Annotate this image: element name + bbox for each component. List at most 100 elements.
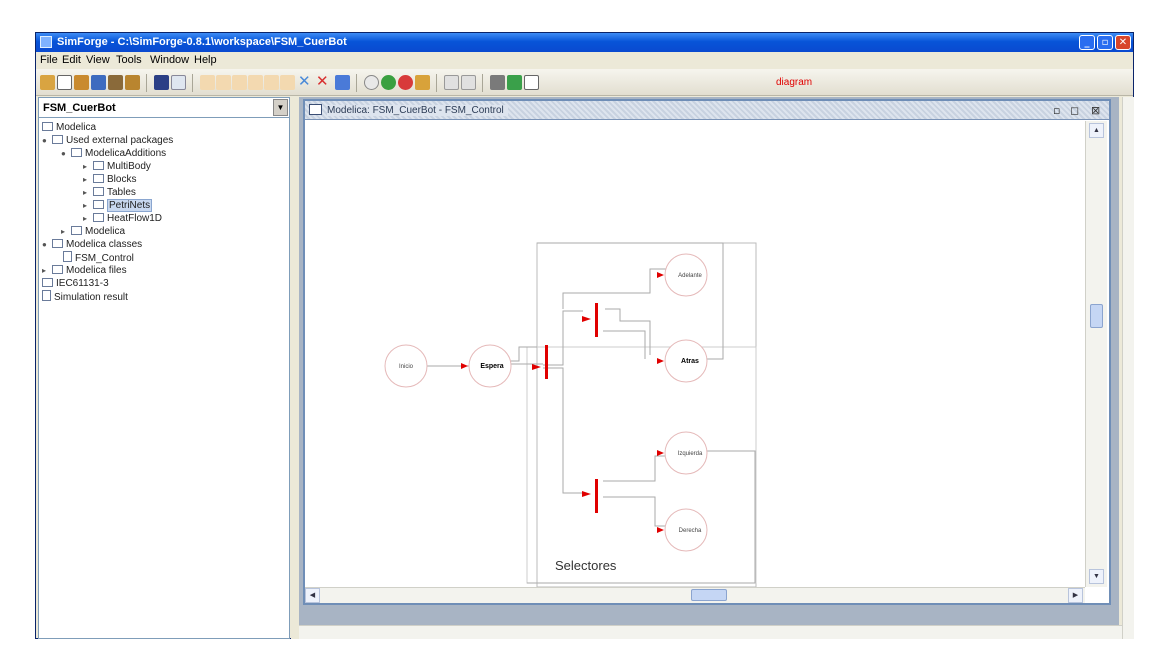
close-button[interactable]: ✕ bbox=[1115, 35, 1131, 50]
menu-edit[interactable]: Edit bbox=[62, 54, 81, 66]
scroll-left-icon[interactable]: ◀ bbox=[305, 588, 320, 603]
tree-node[interactable]: ▸ Modelica files bbox=[42, 264, 127, 277]
project-selector[interactable]: FSM_CuerBot ▼ bbox=[39, 98, 289, 118]
tree-node[interactable]: Modelica bbox=[42, 121, 96, 134]
transition-arrow bbox=[582, 491, 591, 497]
package-browser: FSM_CuerBot ▼ Modelica ● Used external pa… bbox=[38, 97, 290, 639]
draw-tool-icon[interactable] bbox=[248, 75, 263, 90]
collapse-toggle-icon[interactable]: ▸ bbox=[61, 225, 69, 238]
tree-node[interactable]: ▸ HeatFlow1D bbox=[83, 212, 162, 225]
grid-icon[interactable] bbox=[444, 75, 459, 90]
tree-node[interactable]: ▸ Blocks bbox=[83, 173, 136, 186]
collapse-toggle-icon[interactable]: ▸ bbox=[83, 160, 91, 173]
document-icon[interactable] bbox=[524, 75, 539, 90]
collapse-toggle-icon[interactable]: ▸ bbox=[83, 173, 91, 186]
maximize-button[interactable]: ▫ bbox=[1097, 35, 1113, 50]
transition-bar[interactable] bbox=[545, 345, 548, 379]
tree-node-label: MultiBody bbox=[107, 161, 151, 172]
collapse-toggle-icon[interactable]: ▸ bbox=[83, 186, 91, 199]
diagram-canvas[interactable]: Inicio Espera Adelante Atras Izquierda D… bbox=[305, 121, 1085, 587]
expand-toggle-icon[interactable]: ● bbox=[42, 134, 50, 147]
fsm-diagram: Inicio Espera Adelante Atras Izquierda D… bbox=[384, 242, 757, 587]
transition-bar[interactable] bbox=[595, 303, 598, 337]
tree-node[interactable]: ▸ MultiBody bbox=[83, 160, 151, 173]
collapse-toggle-icon[interactable]: ▸ bbox=[83, 212, 91, 225]
folder-icon bbox=[93, 213, 104, 222]
refresh-icon[interactable] bbox=[335, 75, 350, 90]
scroll-right-icon[interactable]: ▶ bbox=[1068, 588, 1083, 603]
horizontal-scrollbar[interactable]: ◀ ▶ bbox=[305, 587, 1085, 603]
scroll-down-icon[interactable]: ▼ bbox=[1089, 569, 1104, 584]
expand-toggle-icon[interactable]: ● bbox=[42, 238, 50, 251]
scroll-up-icon[interactable]: ▲ bbox=[1089, 123, 1104, 138]
main-window: SimForge - C:\SimForge-0.8.1\workspace\F… bbox=[35, 32, 1134, 639]
tree-node-selected[interactable]: ▸ PetriNets bbox=[83, 199, 153, 212]
draw-tool-icon[interactable] bbox=[216, 75, 231, 90]
zoom-icon[interactable] bbox=[364, 75, 379, 90]
layout-icon[interactable] bbox=[171, 75, 186, 90]
tree-node[interactable]: IEC61131-3 bbox=[42, 277, 109, 290]
zoom-out-icon[interactable] bbox=[398, 75, 413, 90]
tree-node[interactable]: ● Used external packages bbox=[42, 134, 173, 147]
tree-node-label: Tables bbox=[107, 187, 136, 198]
draw-tool-icon[interactable] bbox=[264, 75, 279, 90]
run-icon[interactable] bbox=[507, 75, 522, 90]
menu-file[interactable]: File bbox=[40, 54, 58, 66]
frame-close-button[interactable]: ⊠ bbox=[1091, 104, 1100, 117]
tools-icon[interactable] bbox=[108, 75, 123, 90]
outer-horizontal-scrollbar[interactable] bbox=[299, 625, 1122, 639]
zoom-in-icon[interactable] bbox=[381, 75, 396, 90]
draw-tool-icon[interactable] bbox=[200, 75, 215, 90]
save-icon[interactable] bbox=[91, 75, 106, 90]
tree-node[interactable]: ● ModelicaAdditions bbox=[61, 147, 166, 160]
editor-title-bar[interactable]: Modelica: FSM_CuerBot - FSM_Control ▫ ◻ … bbox=[305, 101, 1109, 120]
title-bar[interactable]: SimForge - C:\SimForge-0.8.1\workspace\F… bbox=[36, 33, 1133, 52]
project-name: FSM_CuerBot bbox=[43, 102, 116, 114]
connect-icon[interactable] bbox=[461, 75, 476, 90]
new-file-icon[interactable] bbox=[57, 75, 72, 90]
draw-tool-icon[interactable] bbox=[232, 75, 247, 90]
state-label-adelante: Adelante bbox=[678, 273, 702, 279]
tree-node[interactable]: Simulation result bbox=[42, 290, 128, 303]
menu-help[interactable]: Help bbox=[194, 54, 217, 66]
collapse-toggle-icon[interactable]: ▸ bbox=[83, 199, 91, 212]
window-icon[interactable] bbox=[154, 75, 169, 90]
menu-window[interactable]: Window bbox=[150, 54, 189, 66]
iconify-button[interactable]: ▫ bbox=[1053, 104, 1060, 117]
selectores-label: Selectores bbox=[555, 558, 617, 573]
expand-toggle-icon[interactable]: ● bbox=[61, 147, 69, 160]
tree-node[interactable]: FSM_Control bbox=[63, 251, 134, 264]
toolbar-separator bbox=[356, 74, 357, 92]
chevron-down-icon[interactable]: ▼ bbox=[273, 99, 288, 116]
vertical-scrollbar[interactable]: ▲ ▼ bbox=[1085, 121, 1107, 587]
frame-icon bbox=[309, 104, 322, 115]
cross-blue-icon[interactable]: ✕ bbox=[298, 73, 311, 89]
folder-icon bbox=[71, 226, 82, 235]
draw-tool-icon[interactable] bbox=[280, 75, 295, 90]
fit-icon[interactable] bbox=[415, 75, 430, 90]
tree-node[interactable]: ▸ Modelica bbox=[61, 225, 125, 238]
cross-red-icon[interactable]: ✕ bbox=[316, 73, 329, 89]
package-icon[interactable] bbox=[125, 75, 140, 90]
folder-icon bbox=[71, 148, 82, 157]
menu-tools[interactable]: Tools bbox=[116, 54, 142, 66]
vertical-scroll-thumb[interactable] bbox=[1090, 304, 1103, 328]
open-package-icon[interactable] bbox=[40, 75, 55, 90]
collapse-toggle-icon[interactable]: ▸ bbox=[42, 264, 50, 277]
restore-button[interactable]: ◻ bbox=[1070, 104, 1079, 117]
minimize-button[interactable]: _ bbox=[1079, 35, 1095, 50]
simulate-icon[interactable] bbox=[490, 75, 505, 90]
outer-vertical-scrollbar[interactable] bbox=[1122, 97, 1134, 639]
horizontal-scroll-thumb[interactable] bbox=[691, 589, 727, 601]
folder-icon bbox=[42, 278, 53, 287]
menu-view[interactable]: View bbox=[86, 54, 110, 66]
transition-bar[interactable] bbox=[595, 479, 598, 513]
tree-node[interactable]: ● Modelica classes bbox=[42, 238, 142, 251]
tree-node-label: IEC61131-3 bbox=[56, 278, 109, 289]
splitter[interactable] bbox=[291, 97, 299, 639]
toolbar-separator bbox=[192, 74, 193, 92]
tree-node[interactable]: ▸ Tables bbox=[83, 186, 136, 199]
toolbar-separator bbox=[436, 74, 437, 92]
open-folder-icon[interactable] bbox=[74, 75, 89, 90]
tree-node-label: PetriNets bbox=[107, 199, 153, 212]
